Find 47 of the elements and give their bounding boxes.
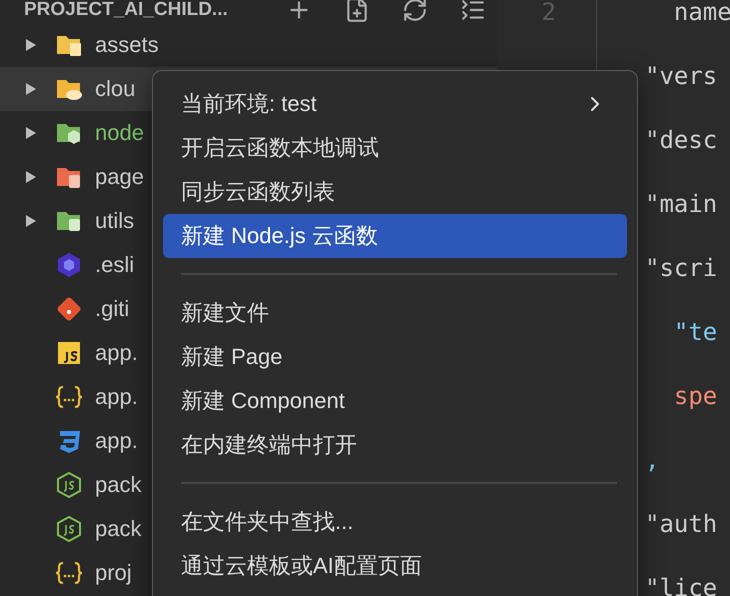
file-name[interactable]: pack (95, 472, 142, 498)
braces-icon (55, 383, 83, 411)
collapse-icon[interactable] (460, 0, 486, 23)
menu-item[interactable]: 新建文件 (163, 291, 627, 335)
code-line: spe (672, 381, 718, 412)
code-line: "desc (645, 125, 718, 156)
code-line: "lice (645, 573, 718, 596)
menu-item[interactable]: 当前环境: test (163, 82, 627, 126)
expand-arrow-icon[interactable] (24, 126, 38, 140)
project-title: PROJECT_AI_CHILD... (24, 0, 229, 21)
js-icon (55, 339, 83, 367)
braces-icon (55, 559, 83, 587)
file-name[interactable]: proj (95, 560, 132, 586)
code-line: "main (645, 189, 718, 220)
menu-item[interactable]: 在文件夹中查找... (163, 500, 627, 544)
menu-item[interactable]: 在内建终端中打开 (163, 423, 627, 467)
code-line: name (672, 0, 730, 28)
file-name[interactable]: app. (95, 340, 138, 366)
expand-arrow-icon[interactable] (24, 82, 38, 96)
menu-item[interactable]: 同步云函数列表 (163, 170, 627, 214)
expand-arrow-icon[interactable] (24, 38, 38, 52)
file-name[interactable]: assets (95, 32, 159, 58)
menu-item[interactable]: 开启云函数本地调试 (163, 126, 627, 170)
file-name[interactable]: pack (95, 516, 142, 542)
nodejs-icon (55, 471, 83, 499)
hexagon-icon (55, 251, 83, 279)
file-name[interactable]: .esli (95, 252, 134, 278)
file-name[interactable]: utils (95, 208, 134, 234)
expand-arrow-icon[interactable] (24, 214, 38, 228)
code-line: "auth (645, 509, 718, 540)
nodejs-icon (55, 515, 83, 543)
file-name[interactable]: .giti (95, 296, 130, 322)
menu-item[interactable]: 新建 Component (163, 379, 627, 423)
code-line: "scri (645, 253, 718, 284)
expand-arrow-icon[interactable] (24, 170, 38, 184)
menu-item[interactable]: 新建 Node.js 云函数 (163, 214, 627, 258)
code-line: "vers (645, 61, 718, 92)
code-line: "te (672, 317, 718, 348)
code-line: , (645, 445, 660, 476)
file-name[interactable]: app. (95, 384, 138, 410)
refresh-icon[interactable] (402, 0, 428, 23)
file-name[interactable]: app. (95, 428, 138, 454)
file-name[interactable]: clou (95, 76, 136, 102)
menu-item[interactable]: 通过云模板或AI配置页面 (163, 544, 627, 588)
file-name[interactable]: node (95, 120, 144, 146)
menu-item[interactable]: 新建 Page (163, 335, 627, 379)
file-name[interactable]: page (95, 164, 144, 190)
